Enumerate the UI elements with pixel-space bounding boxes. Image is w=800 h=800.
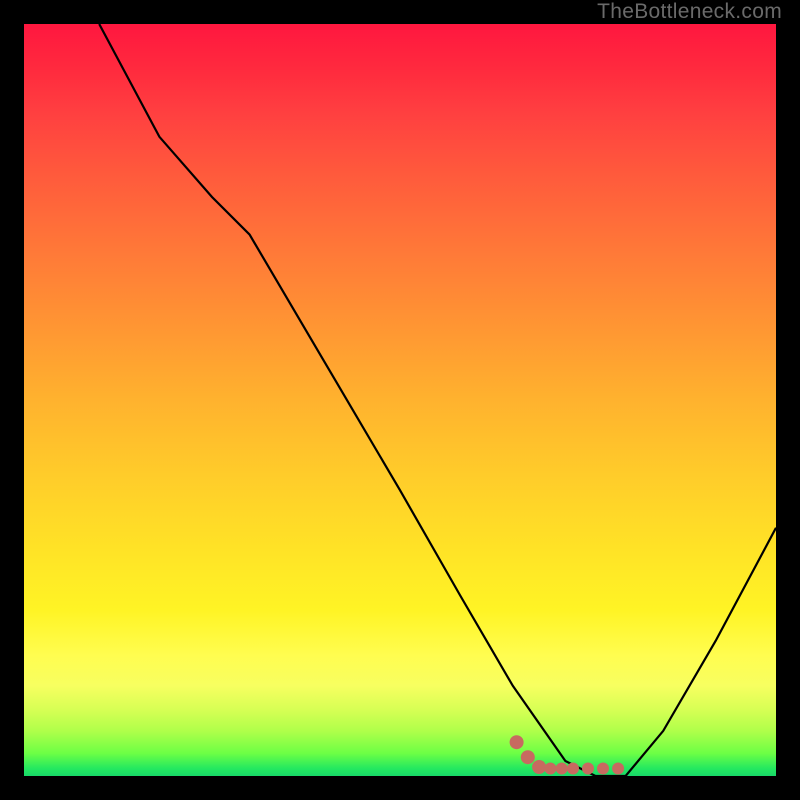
- marker-dot: [612, 763, 624, 775]
- marker-dot: [510, 735, 524, 749]
- chart-svg: [24, 24, 776, 776]
- marker-dot: [597, 763, 609, 775]
- marker-dot: [521, 750, 535, 764]
- main-curve-path: [99, 24, 776, 776]
- marker-dot: [544, 763, 556, 775]
- marker-dot: [567, 763, 579, 775]
- marker-dot: [582, 763, 594, 775]
- marker-dot: [532, 760, 546, 774]
- chart-area: [24, 24, 776, 776]
- plot-group: [99, 24, 776, 776]
- watermark-text: TheBottleneck.com: [597, 0, 782, 24]
- marker-dot: [556, 763, 568, 775]
